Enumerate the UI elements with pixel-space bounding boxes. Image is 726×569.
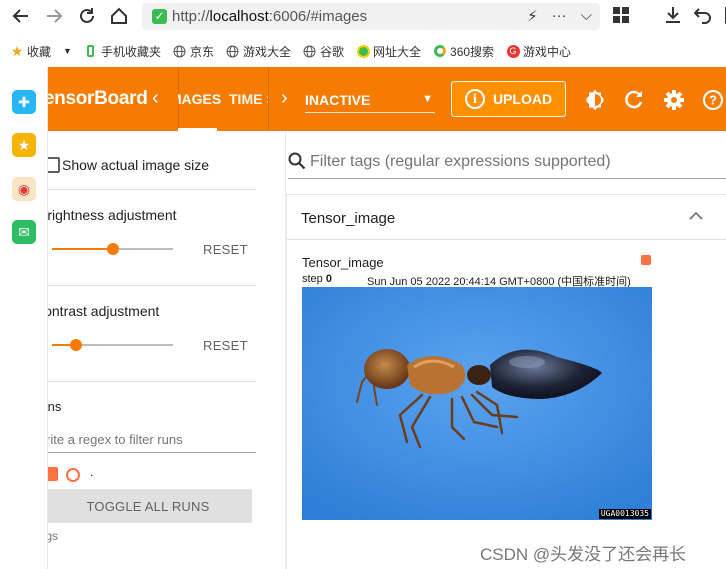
filter-tags-input[interactable]: Filter tags (regular expressions support… [288, 149, 726, 179]
apps-grid-icon[interactable] [612, 6, 630, 24]
mail-icon[interactable]: ✉ [12, 220, 36, 244]
svg-text:?: ? [709, 93, 717, 108]
runs-label: Runs [48, 399, 62, 414]
browser-sidebar: ✚ ★ ◉ ✉ [0, 67, 48, 569]
app-title: TensorBoard [48, 88, 148, 109]
image-step: step 0 [302, 273, 332, 285]
phone-icon [84, 44, 98, 58]
more-icon[interactable]: ··· [552, 7, 567, 25]
tag-card-header[interactable]: Tensor_image [287, 195, 726, 240]
address-bar[interactable]: ✓ http://localhost:6006/#images ⚡ ··· ⌵ [142, 3, 600, 30]
contrast-reset-button[interactable]: RESET [203, 338, 248, 353]
star-icon: ★ [10, 42, 24, 59]
filter-placeholder: Filter tags (regular expressions support… [310, 153, 611, 170]
collapse-chevron-icon[interactable] [687, 207, 705, 225]
plus-app-icon[interactable]: ✚ [12, 90, 36, 114]
logs-dir-label: logs [48, 529, 59, 543]
bookmark-jd[interactable]: 京东 [173, 43, 214, 60]
refresh-icon[interactable] [622, 88, 646, 112]
section-divider [48, 285, 256, 286]
toggle-all-runs-button[interactable]: TOGGLE ALL RUNS [48, 489, 252, 523]
dark-mode-icon[interactable] [583, 88, 607, 112]
tab-images[interactable]: IMAGES [178, 91, 221, 107]
dashboard-tabs: IMAGES TIME SERIES [178, 67, 268, 131]
inactive-dashboards-select[interactable]: INACTIVE ▼ [305, 87, 435, 113]
bookmark-games[interactable]: 游戏大全 [226, 43, 291, 60]
lightning-icon[interactable]: ⚡ [527, 7, 538, 25]
caret-down-icon[interactable]: ▼ [63, 46, 72, 56]
url-nav-icon [356, 44, 370, 58]
brightness-label: Brightness adjustment [48, 207, 177, 223]
show-actual-size-label: Show actual image size [62, 157, 210, 173]
download-icon[interactable] [664, 6, 682, 24]
upload-button[interactable]: i UPLOAD [451, 81, 566, 117]
runs-regex-input[interactable]: Write a regex to filter runs [48, 432, 183, 447]
bookmark-mobile[interactable]: 手机收藏夹 [84, 43, 161, 60]
tag-card: Tensor_image Tensor_image step 0 Sun Jun… [286, 194, 726, 569]
globe-icon [173, 44, 187, 58]
back-arrow-icon [12, 9, 28, 23]
show-actual-size-checkbox[interactable] [48, 157, 60, 173]
run-color-circle[interactable] [66, 468, 80, 482]
run-name: . [90, 465, 94, 479]
browser-toolbar: ✓ http://localhost:6006/#images ⚡ ··· ⌵ [0, 0, 726, 35]
chevron-down-icon[interactable]: ⌵ [581, 7, 592, 25]
brightness-slider-fill [52, 248, 113, 250]
tabs-scroll-left-icon[interactable]: ‹ [152, 87, 159, 110]
section-divider [48, 381, 256, 382]
tensorboard-app: TensorBoard ‹ IMAGES TIME SERIES › INACT… [48, 67, 726, 569]
forward-button[interactable] [43, 5, 65, 27]
bookmark-game-center[interactable]: G 游戏中心 [506, 43, 571, 60]
reload-icon [80, 8, 94, 23]
image-id-tag: UGA0013035 [598, 509, 651, 519]
search-360-icon [433, 44, 447, 58]
contrast-label: Contrast adjustment [48, 303, 160, 319]
settings-gear-icon[interactable] [662, 88, 686, 112]
settings-panel: Show actual image size Brightness adjust… [48, 131, 286, 569]
back-button[interactable] [10, 5, 32, 27]
tag-card-title: Tensor_image [301, 210, 396, 227]
help-icon[interactable]: ? [701, 88, 725, 112]
inactive-select-label: INACTIVE [305, 92, 371, 108]
tabs-scroll-right-icon[interactable]: › [281, 87, 288, 110]
home-icon [111, 7, 127, 24]
bookmarks-bar: ★ 收藏 ▼ 手机收藏夹 京东 游戏大全 谷歌 网址大全 360搜索 G 游戏中… [0, 35, 726, 67]
upload-label: UPLOAD [492, 91, 553, 107]
bookmark-favorites[interactable]: ★ 收藏 ▼ [10, 43, 72, 60]
url-text: http://localhost:6006/#images [172, 8, 368, 25]
globe-icon [226, 44, 240, 58]
reload-button[interactable] [76, 5, 98, 27]
weibo-icon[interactable]: ◉ [12, 177, 36, 201]
bookmark-google[interactable]: 谷歌 [303, 43, 344, 60]
search-icon [288, 152, 306, 170]
watermark-text: CSDN @头发没了还会再长 [480, 545, 687, 564]
favorites-star-icon[interactable]: ★ [12, 133, 36, 157]
ant-image [302, 287, 652, 520]
game-center-icon: G [506, 44, 520, 58]
info-icon: i [464, 89, 485, 109]
tensor-image[interactable]: UGA0013035 [302, 287, 652, 520]
bookmark-360[interactable]: 360搜索 [433, 43, 494, 60]
brightness-reset-button[interactable]: RESET [203, 242, 248, 257]
run-color-indicator [641, 255, 651, 265]
secure-shield-icon: ✓ [152, 9, 167, 24]
undo-icon[interactable] [694, 6, 712, 24]
forward-arrow-icon [47, 9, 63, 23]
home-button[interactable] [108, 5, 130, 27]
contrast-slider-thumb[interactable] [70, 339, 82, 351]
dropdown-arrow-icon: ▼ [422, 93, 433, 105]
image-title: Tensor_image [302, 255, 384, 270]
tab-time-series[interactable]: TIME SERIES [229, 91, 268, 107]
tensorboard-toolbar: TensorBoard ‹ IMAGES TIME SERIES › INACT… [48, 67, 726, 131]
section-divider [48, 189, 256, 190]
run-checkbox[interactable] [48, 467, 58, 481]
toolbar-separator [268, 67, 269, 131]
runs-regex-underline [48, 452, 256, 453]
globe-icon [303, 44, 317, 58]
bookmark-url-nav[interactable]: 网址大全 [356, 43, 421, 60]
brightness-slider-thumb[interactable] [107, 243, 119, 255]
